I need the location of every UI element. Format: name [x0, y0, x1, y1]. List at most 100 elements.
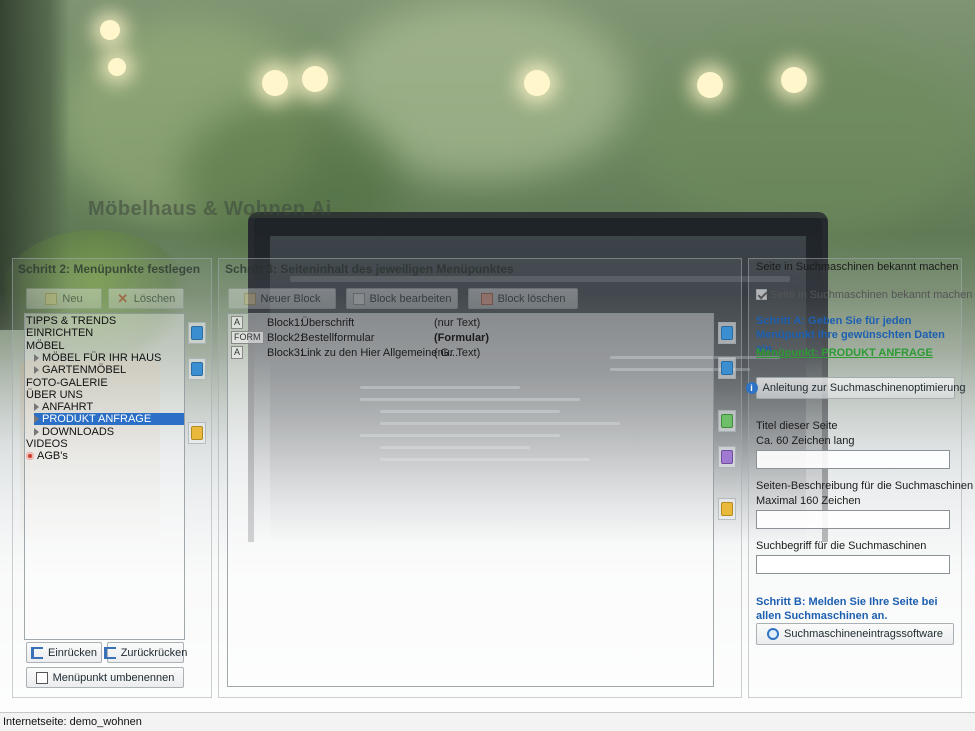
block-title: Überschrift — [301, 317, 355, 329]
indent-button[interactable]: Einrücken — [26, 642, 102, 663]
menu-tree-item[interactable]: FOTO-GALERIE — [26, 377, 108, 389]
block-kind: (Formular) — [434, 332, 489, 344]
menu-tree-item-label: EINRICHTEN — [26, 327, 94, 340]
seo-enable-label: Seite in Suchmaschinen bekannt machen — [770, 289, 973, 301]
page-title-label: Titel dieser Seite — [756, 420, 838, 432]
menu-tree-item-label: MÖBEL — [26, 339, 65, 352]
block-row[interactable]: A Block1: Überschrift (nur Text) — [229, 316, 712, 330]
edit-block-button[interactable]: Block bearbeiten — [346, 288, 458, 309]
tree-arrow-icon — [34, 427, 39, 436]
step-b-text: Schritt B: Melden Sie Ihre Seite bei all… — [756, 596, 938, 622]
outdent-label: Zurückrücken — [120, 646, 188, 659]
rename-icon — [35, 671, 48, 684]
seo-guide-button[interactable]: i Anleitung zur Suchmaschinenoptimierung — [745, 377, 966, 399]
menu-tree-item-label: FOTO-GALERIE — [26, 376, 108, 389]
menu-tree-item[interactable]: PRODUKT ANFRAGE — [34, 413, 184, 426]
menu-tree-item-label: PRODUKT ANFRAGE — [42, 413, 152, 426]
page-title-input[interactable] — [756, 450, 950, 469]
block-name: Block1: — [267, 317, 304, 329]
block-export-button[interactable] — [718, 446, 736, 468]
import-icon — [721, 414, 733, 428]
tree-arrow-icon — [34, 415, 39, 424]
info-icon: i — [745, 382, 758, 394]
menu-tree-item-label: DOWNLOADS — [42, 425, 115, 438]
page-description-label: Seiten-Beschreibung für die Suchmaschine… — [756, 480, 974, 492]
menu-tree-item[interactable]: ÜBER UNS — [26, 389, 83, 401]
menu-tree-item[interactable]: DOWNLOADS — [34, 426, 114, 438]
arrow-down-icon — [191, 362, 203, 376]
menu-tree-item-label: AGB's — [37, 450, 68, 463]
page-description-hint: Maximal 160 Zeichen — [756, 495, 861, 507]
status-bar: Internetseite: demo_wohnen — [0, 712, 975, 731]
indent-icon — [31, 646, 44, 659]
menu-tree-item[interactable]: EINRICHTEN — [26, 327, 93, 339]
new-menu-item-label: Neu — [62, 292, 83, 305]
rename-menu-item-button[interactable]: Menüpunkt umbenennen — [26, 667, 184, 688]
search-engine-submit-label: Suchmaschineneintragssoftware — [784, 628, 943, 640]
lock-icon — [721, 502, 733, 516]
menu-tree-item[interactable]: VIDEOS — [26, 438, 68, 450]
menu-tree-item-label: VIDEOS — [26, 438, 68, 450]
move-up-button[interactable] — [188, 322, 206, 344]
block-row[interactable]: FORM Block2: Bestellformular (Formular) — [229, 331, 712, 345]
rename-menu-item-label: Menüpunkt umbenennen — [52, 671, 175, 684]
arrow-up-icon — [191, 326, 203, 340]
seo-guide-label: Anleitung zur Suchmaschinenoptimierung — [762, 382, 966, 394]
seo-enable-checkbox[interactable] — [756, 289, 767, 300]
indent-label: Einrücken — [48, 646, 97, 659]
new-page-icon — [45, 292, 58, 305]
arrow-up-icon — [721, 326, 733, 340]
delete-block-label: Block löschen — [497, 292, 566, 305]
search-engine-submit-button[interactable]: Suchmaschineneintragssoftware — [756, 623, 954, 645]
delete-menu-item-button[interactable]: ✕ Löschen — [108, 288, 184, 309]
menu-tree-item-label: TIPPS & TRENDS — [26, 315, 117, 327]
page-description-input[interactable] — [756, 510, 950, 529]
block-name: Block2: — [267, 332, 304, 344]
block-list[interactable]: A Block1: Überschrift (nur Text) FORM Block2:… — [227, 313, 714, 687]
block-move-down-button[interactable] — [718, 357, 736, 379]
menu-tree-item-label: ÜBER UNS — [26, 388, 83, 401]
arrow-down-icon — [721, 361, 733, 375]
menu-panel-heading: Schritt 2: Menüpunkte festlegen — [18, 262, 201, 276]
menu-tree[interactable]: TIPPS & TRENDS EINRICHTEN MÖBEL MÖBEL FÜR I… — [24, 313, 185, 640]
app-title: Möbelhaus & Wohnen Ai — [88, 198, 332, 220]
content-panel-heading: Schritt 3: Seiteninhalt des jeweiligen M… — [225, 262, 514, 276]
block-import-button[interactable] — [718, 410, 736, 432]
menu-tree-item-label: ANFAHRT — [42, 401, 94, 414]
edit-block-label: Block bearbeiten — [369, 292, 452, 305]
new-menu-item-button[interactable]: Neu — [26, 288, 102, 309]
delete-block-button[interactable]: Block löschen — [468, 288, 578, 309]
pencil-icon — [352, 292, 365, 305]
lock-menu-item-button[interactable] — [188, 422, 206, 444]
block-move-up-button[interactable] — [718, 322, 736, 344]
menu-tree-item[interactable]: AGB's — [26, 450, 68, 462]
move-down-button[interactable] — [188, 358, 206, 380]
new-block-button[interactable]: Neuer Block — [228, 288, 336, 309]
delete-block-icon — [480, 292, 493, 305]
block-row[interactable]: A Block3: Link zu den Hier Allgemeine G...… — [229, 346, 712, 360]
tree-arrow-icon — [34, 366, 39, 375]
menu-tree-item[interactable]: ANFAHRT — [34, 401, 93, 413]
menu-tree-item[interactable]: MÖBEL FÜR IHR HAUS — [34, 352, 161, 364]
menu-tree-item[interactable]: GARTENMÖBEL — [34, 364, 126, 376]
menu-tree-item-label: GARTENMÖBEL — [42, 364, 127, 377]
lock-icon — [191, 426, 203, 440]
delete-menu-item-label: Löschen — [133, 292, 176, 305]
block-title: Bestellformular — [301, 332, 375, 344]
block-type-icon: FORM — [231, 331, 264, 344]
block-lock-button[interactable] — [718, 498, 736, 520]
outdent-icon — [103, 646, 116, 659]
search-keyword-input[interactable] — [756, 555, 950, 574]
menu-tree-item[interactable]: MÖBEL — [26, 340, 65, 352]
block-type-icon: A — [231, 346, 244, 359]
block-type-icon: A — [231, 316, 244, 329]
seo-panel-heading: Seite in Suchmaschinen bekannt machen — [756, 261, 959, 273]
hidden-page-icon — [26, 452, 34, 461]
export-icon — [721, 450, 733, 464]
new-block-icon — [243, 292, 256, 305]
outdent-button[interactable]: Zurückrücken — [103, 642, 187, 663]
menu-tree-item-label: MÖBEL FÜR IHR HAUS — [42, 351, 162, 364]
current-menu-item-link[interactable]: Menüpunkt: PRODUKT ANFRAGE — [756, 347, 933, 359]
tree-arrow-icon — [34, 403, 39, 412]
menu-tree-item[interactable]: TIPPS & TRENDS — [26, 315, 116, 327]
